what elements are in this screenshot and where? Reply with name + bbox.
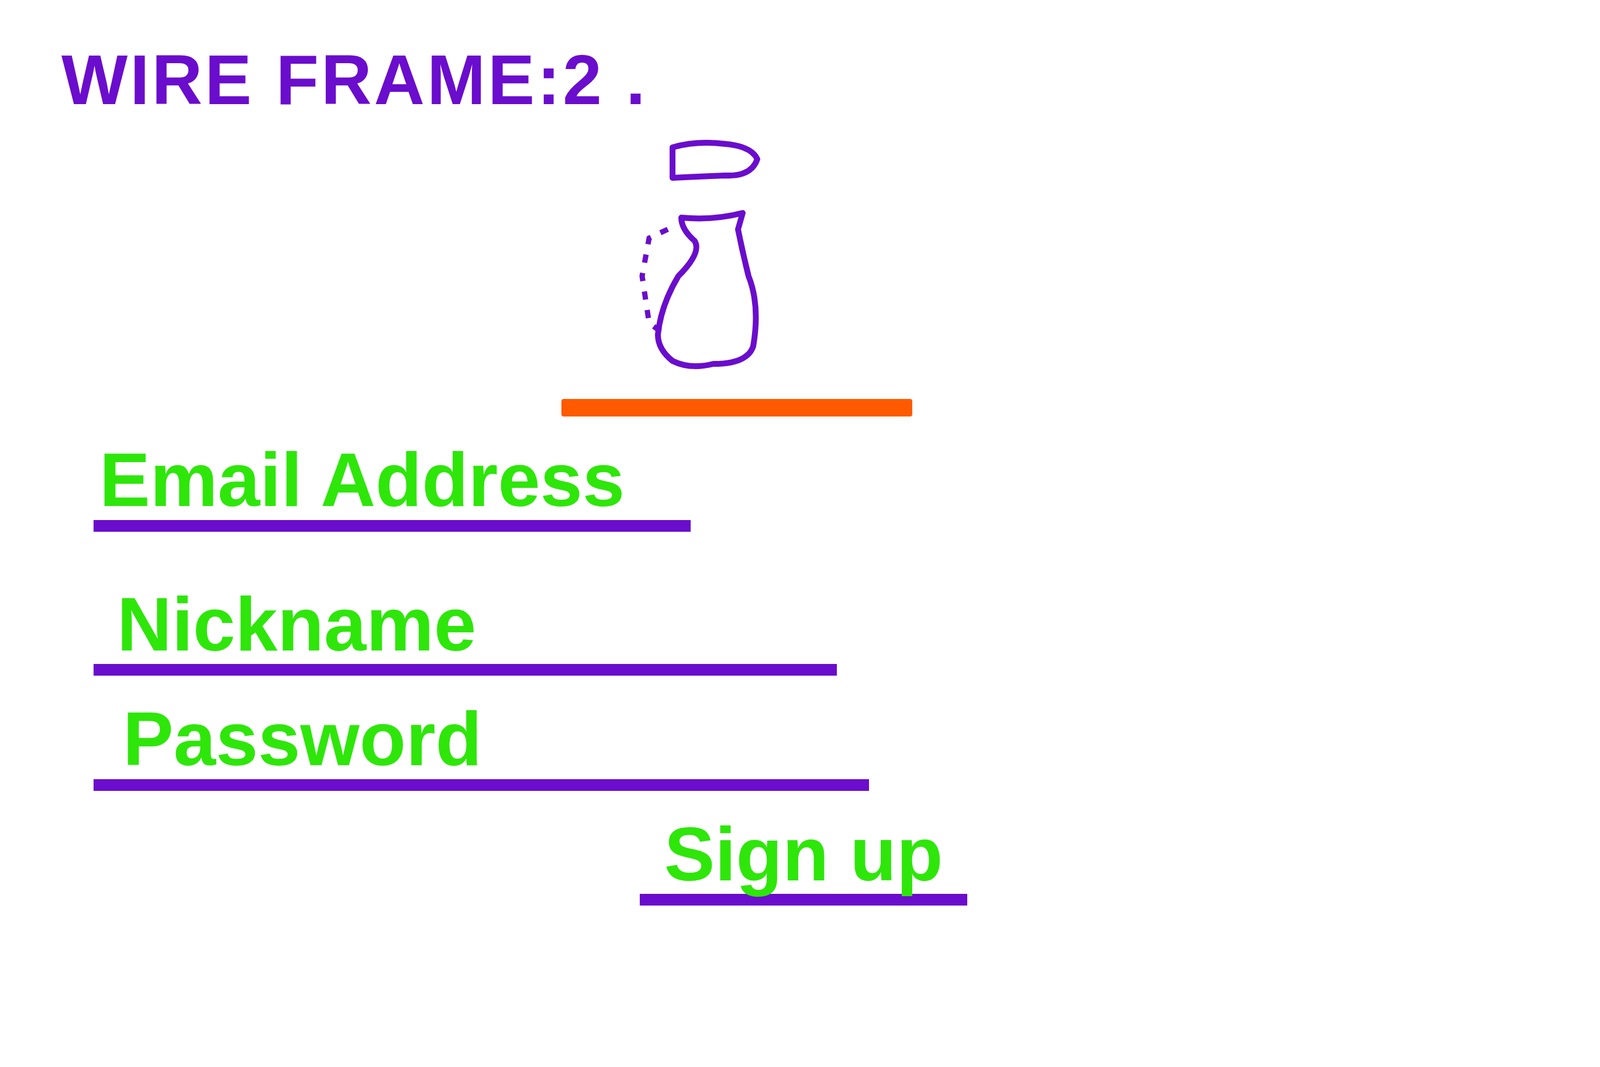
- logo: [561, 135, 913, 417]
- jar-icon: [625, 135, 790, 399]
- signup-form: Email Address Nickname Password Sign up: [0, 439, 1600, 906]
- wireframe-page: WIRE FRAME:2 . Email Address Nickname Passw…: [0, 0, 1600, 1067]
- form-field[interactable]: Nickname: [93, 584, 837, 677]
- form-field[interactable]: Email Address: [93, 439, 691, 532]
- logo-base: [561, 398, 913, 417]
- form-field[interactable]: Password: [93, 698, 870, 791]
- page-title: WIRE FRAME:2 .: [0, 0, 1600, 119]
- sign-up-button[interactable]: Sign up: [639, 814, 968, 906]
